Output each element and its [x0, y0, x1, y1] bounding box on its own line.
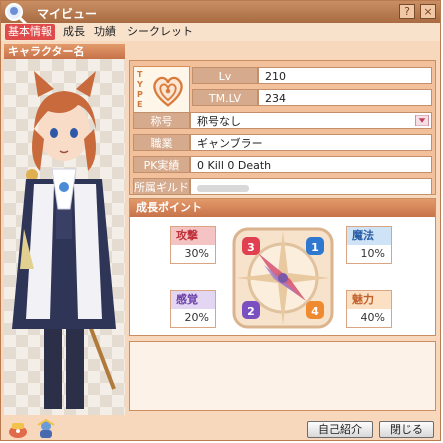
- info-area: TYPE Lv 210 TM.LV 234 称号 称号なし 職業 ギャンブラー …: [128, 59, 438, 413]
- close-button[interactable]: 閉じる: [379, 421, 434, 438]
- help-button[interactable]: ?: [399, 4, 415, 19]
- stat-attack-value: 30%: [171, 245, 215, 263]
- tmlv-label: TM.LV: [192, 89, 258, 106]
- stat-attack: 攻撃 30%: [170, 226, 216, 264]
- compass-number-4: 4: [311, 305, 319, 318]
- lv-label: Lv: [192, 67, 258, 84]
- stat-attack-label: 攻撃: [171, 227, 215, 245]
- title-select-value: 称号なし: [197, 115, 241, 128]
- stat-charm: 魅力 40%: [346, 290, 392, 328]
- guild-label: 所属ギルド: [133, 178, 190, 195]
- character-portrait: [4, 59, 125, 415]
- guild-value: [190, 178, 432, 195]
- character-illustration: [12, 71, 116, 409]
- item-bag-icon[interactable]: [7, 419, 29, 439]
- lv-value: 210: [258, 67, 432, 84]
- tab-growth[interactable]: 成長: [63, 24, 85, 40]
- title-select[interactable]: 称号なし: [190, 112, 432, 129]
- character-name-bar: キャラクター名: [4, 44, 125, 71]
- growth-points-panel: 成長ポイント 攻撃 30% 魔法 10% 感覚 20% 魅力 40% 3 1 2…: [129, 198, 436, 336]
- window-title: マイビュー: [37, 7, 98, 21]
- self-intro-button[interactable]: 自己紹介: [307, 421, 373, 438]
- tab-secret[interactable]: シークレット: [127, 24, 193, 40]
- stat-charm-value: 40%: [347, 309, 391, 327]
- tab-bar: 基本情報 成長 功績 シークレット: [1, 23, 440, 41]
- job-value: ギャンブラー: [190, 134, 432, 151]
- basic-info-panel: TYPE Lv 210 TM.LV 234 称号 称号なし 職業 ギャンブラー …: [129, 60, 436, 195]
- job-label: 職業: [133, 134, 190, 151]
- title-bar[interactable]: マイビュー ? ×: [1, 1, 440, 26]
- compass-icon: 3 1 2 4: [232, 227, 334, 329]
- type-box: TYPE: [133, 66, 190, 115]
- compass-number-1: 1: [311, 241, 319, 254]
- close-icon[interactable]: ×: [420, 4, 436, 19]
- character-icon[interactable]: [35, 419, 57, 439]
- pk-value: 0 Kill 0 Death: [190, 156, 432, 173]
- guild-name-redacted: [197, 184, 249, 192]
- title-label: 称号: [133, 112, 190, 129]
- stat-magic-label: 魔法: [347, 227, 391, 245]
- tmlv-value: 234: [258, 89, 432, 106]
- heart-type-icon: [153, 76, 183, 107]
- type-label: TYPE: [137, 70, 143, 109]
- stat-magic: 魔法 10%: [346, 226, 392, 264]
- myview-window: マイビュー ? × 基本情報 成長 功績 シークレット キャラクター名 TYPE…: [0, 0, 441, 441]
- pk-label: PK実績: [133, 156, 190, 173]
- stat-sense-label: 感覚: [171, 291, 215, 309]
- self-intro-memo: [129, 341, 436, 411]
- compass-number-3: 3: [247, 241, 255, 254]
- tab-achievements[interactable]: 功績: [94, 24, 116, 40]
- dropdown-arrow-icon[interactable]: [415, 115, 429, 126]
- compass-number-2: 2: [247, 305, 255, 318]
- tab-basic-info[interactable]: 基本情報: [5, 24, 55, 40]
- stat-charm-label: 魅力: [347, 291, 391, 309]
- stat-sense: 感覚 20%: [170, 290, 216, 328]
- stat-sense-value: 20%: [171, 309, 215, 327]
- stat-magic-value: 10%: [347, 245, 391, 263]
- growth-points-header: 成長ポイント: [130, 199, 435, 217]
- character-name-label: キャラクター名: [8, 45, 85, 58]
